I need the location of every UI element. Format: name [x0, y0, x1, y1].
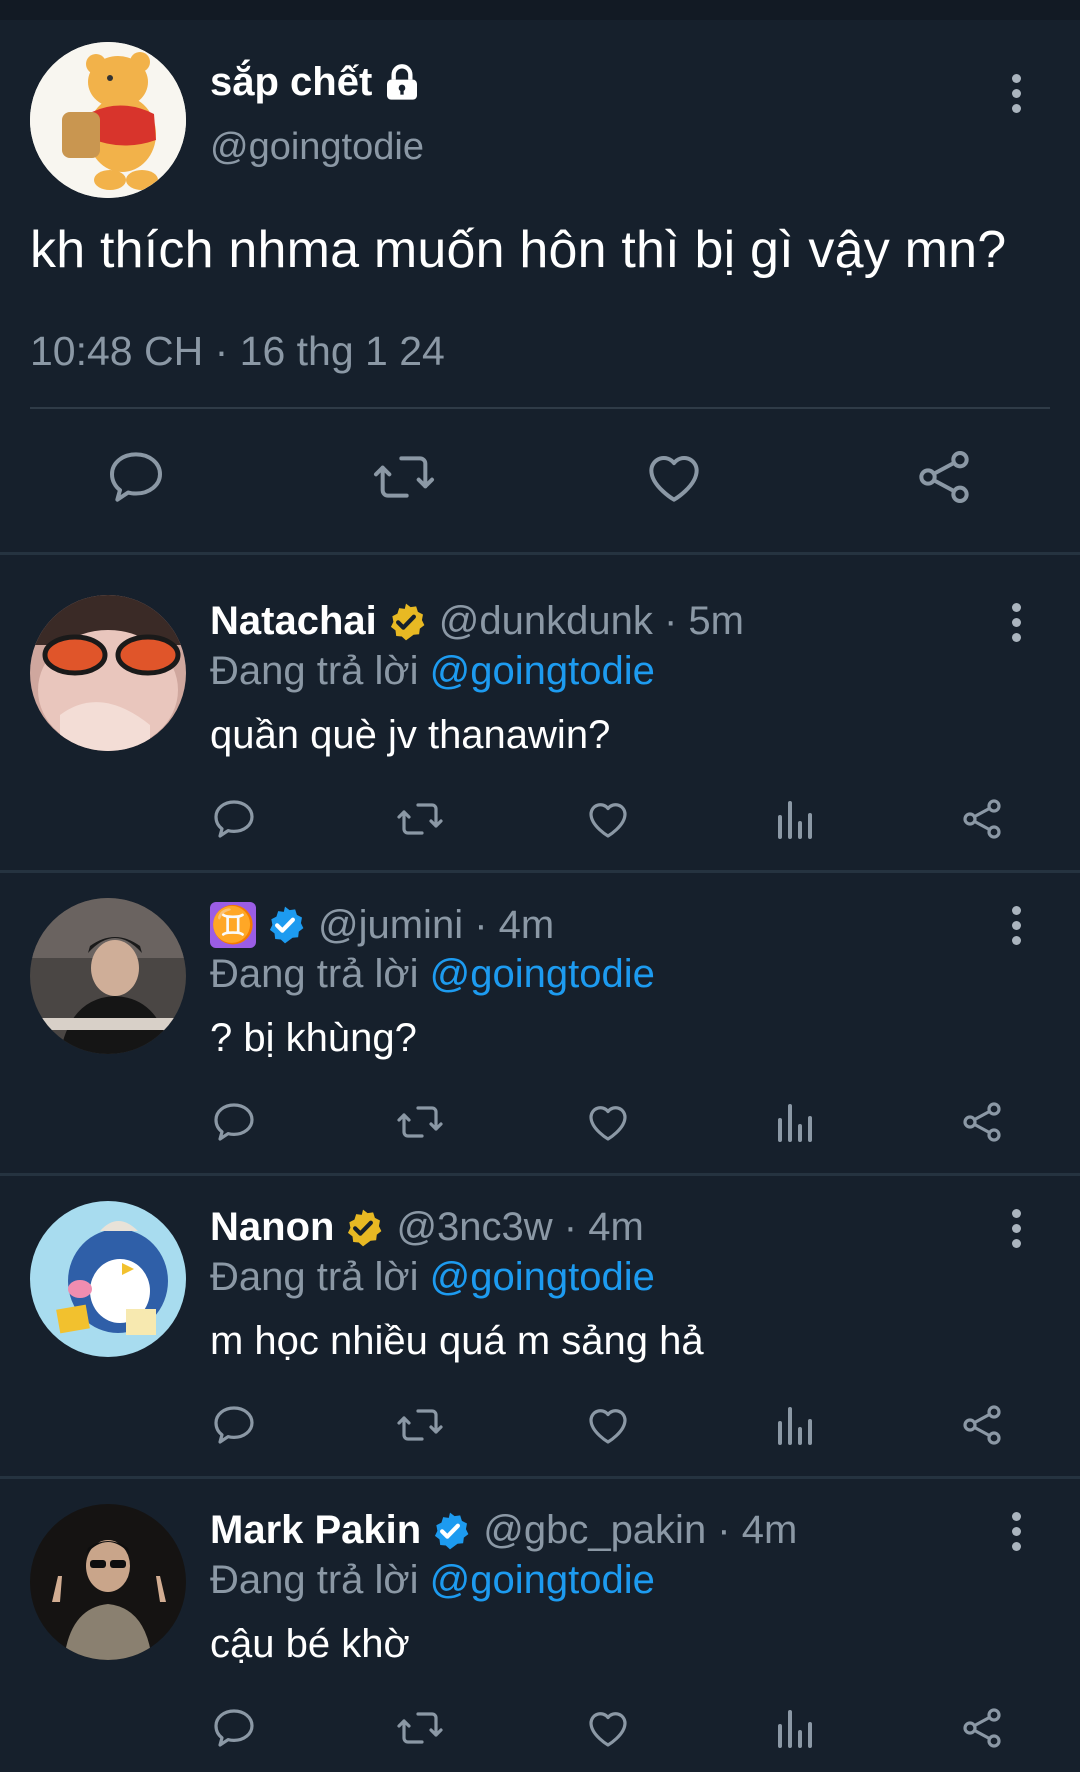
reply-author-name[interactable]: ♊ [210, 902, 256, 948]
reply-text: quần què jv thanawin? [210, 713, 611, 757]
more-options-icon[interactable] [1006, 906, 1026, 950]
mention-link[interactable]: @goingtodie [430, 1558, 655, 1602]
mention-link[interactable]: @goingtodie [430, 649, 655, 693]
share-icon[interactable] [912, 445, 976, 509]
like-icon[interactable] [584, 1704, 632, 1752]
more-options-icon[interactable] [1006, 1512, 1026, 1556]
reply-header: Nanon @3nc3w · 4m [210, 1205, 644, 1250]
retweet-icon[interactable] [396, 1401, 444, 1449]
reply-handle-time: @3nc3w · 4m [396, 1205, 644, 1249]
reply-tweet[interactable]: Natachai @dunkdunk · 5m Đang trả lời @go… [0, 555, 1080, 855]
replying-to-label: Đang trả lời [210, 1255, 419, 1299]
retweet-icon[interactable] [396, 1704, 444, 1752]
reply-text: ? bị khùng? [210, 1016, 417, 1060]
tweet-timestamp: 10:48 CH · 16 thg 1 24 [30, 328, 445, 374]
replying-to: Đang trả lời @goingtodie [210, 1255, 655, 1300]
more-options-icon[interactable] [1006, 1209, 1026, 1253]
reply-icon[interactable] [210, 1704, 258, 1752]
share-icon[interactable] [958, 795, 1006, 843]
retweet-icon[interactable] [396, 795, 444, 843]
reply-icon[interactable] [210, 795, 258, 843]
share-icon[interactable] [958, 1704, 1006, 1752]
reply-text: m học nhiều quá m sảng hả [210, 1319, 704, 1363]
avatar[interactable] [30, 898, 186, 1054]
reply-author-name[interactable]: Natachai [210, 599, 377, 644]
reply-header: Natachai @dunkdunk · 5m [210, 599, 744, 644]
replying-to: Đang trả lời @goingtodie [210, 649, 655, 694]
replying-to-label: Đang trả lời [210, 1558, 419, 1602]
reply-tweet[interactable]: ♊ @jumini · 4m Đang trả lời @goingtodie … [0, 858, 1080, 1158]
reply-author-name[interactable]: Nanon [210, 1205, 334, 1250]
avatar[interactable] [30, 42, 186, 198]
more-options-icon[interactable] [1006, 603, 1026, 647]
views-icon[interactable] [772, 795, 820, 843]
views-icon[interactable] [772, 1704, 820, 1752]
share-icon[interactable] [958, 1401, 1006, 1449]
share-icon[interactable] [958, 1098, 1006, 1146]
reply-handle-time: @dunkdunk · 5m [438, 599, 744, 643]
display-name-text: sắp chết [210, 60, 373, 104]
reply-icon[interactable] [104, 445, 168, 509]
tweet-actions [0, 445, 1080, 525]
reply-icon[interactable] [210, 1098, 258, 1146]
tweet-text: kh thích nhma muốn hôn thì bị gì vậy mn? [30, 221, 1007, 279]
views-icon[interactable] [772, 1098, 820, 1146]
lock-icon [387, 63, 418, 100]
avatar[interactable] [30, 1504, 186, 1660]
avatar[interactable] [30, 1201, 186, 1357]
reply-text: cậu bé khờ [210, 1622, 410, 1666]
retweet-icon[interactable] [372, 445, 436, 509]
like-icon[interactable] [584, 1098, 632, 1146]
divider [30, 407, 1050, 409]
display-name[interactable]: sắp chết [210, 60, 422, 105]
replying-to-label: Đang trả lời [210, 952, 419, 996]
views-icon[interactable] [772, 1401, 820, 1449]
reply-author-name[interactable]: Mark Pakin [210, 1508, 421, 1553]
blue-verified-badge-icon [435, 1512, 469, 1549]
main-tweet: sắp chết @goingtodie kh thích nhma muốn … [0, 20, 1080, 555]
like-icon[interactable] [584, 795, 632, 843]
reply-tweet[interactable]: Nanon @3nc3w · 4m Đang trả lời @goingtod… [0, 1161, 1080, 1461]
status-strip [0, 0, 1080, 20]
more-options-icon[interactable] [1006, 74, 1026, 118]
gold-verified-badge-icon [390, 603, 425, 640]
replying-to: Đang trả lời @goingtodie [210, 1558, 655, 1603]
blue-verified-badge-icon [269, 906, 304, 944]
avatar[interactable] [30, 595, 186, 751]
reply-header: Mark Pakin @gbc_pakin · 4m [210, 1508, 797, 1553]
reply-header: ♊ @jumini · 4m [210, 902, 554, 948]
replying-to: Đang trả lời @goingtodie [210, 952, 655, 997]
mention-link[interactable]: @goingtodie [430, 952, 655, 996]
user-handle[interactable]: @goingtodie [210, 126, 424, 169]
mention-link[interactable]: @goingtodie [430, 1255, 655, 1299]
reply-handle-time: @gbc_pakin · 4m [483, 1508, 798, 1552]
retweet-icon[interactable] [396, 1098, 444, 1146]
reply-handle-time: @jumini · 4m [318, 902, 555, 947]
reply-tweet[interactable]: Mark Pakin @gbc_pakin · 4m Đang trả lời … [0, 1464, 1080, 1764]
reply-icon[interactable] [210, 1401, 258, 1449]
gold-verified-badge-icon [348, 1209, 382, 1246]
like-icon[interactable] [642, 445, 706, 509]
replying-to-label: Đang trả lời [210, 649, 419, 693]
like-icon[interactable] [584, 1401, 632, 1449]
